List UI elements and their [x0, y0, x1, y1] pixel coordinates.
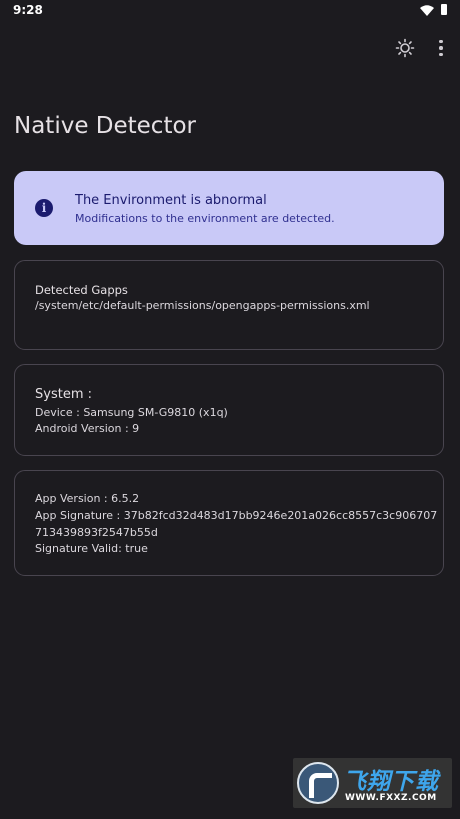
- watermark-url: WWW.FXXZ.COM: [345, 793, 437, 803]
- info-icon: i: [35, 199, 53, 217]
- battery-icon: [441, 4, 447, 15]
- status-bar: 9:28: [0, 0, 460, 24]
- page-title: Native Detector: [14, 113, 197, 139]
- watermark: 飞翔下载 WWW.FXXZ.COM: [293, 758, 452, 808]
- signature-valid: Signature Valid: true: [35, 542, 148, 555]
- app-signature: App Signature : 37b82fcd32d483d17bb9246e…: [35, 509, 438, 522]
- system-card: System : Device : Samsung SM-G9810 (x1q)…: [14, 364, 444, 456]
- system-title: System :: [35, 387, 92, 402]
- status-time: 9:28: [13, 3, 43, 17]
- watermark-logo-mark: [309, 773, 332, 798]
- alert-description: Modifications to the environment are det…: [75, 212, 335, 225]
- alert-title: The Environment is abnormal: [75, 193, 267, 208]
- app-info-card: App Version : 6.5.2 App Signature : 37b8…: [14, 470, 444, 576]
- wifi-icon: [420, 5, 434, 16]
- android-version: Android Version : 9: [35, 422, 140, 435]
- watermark-logo-icon: [297, 762, 339, 804]
- more-options-dot: [439, 46, 443, 50]
- more-options-dot: [439, 52, 443, 57]
- detected-gapps-card: Detected Gapps /system/etc/default-permi…: [14, 260, 444, 350]
- gapps-title: Detected Gapps: [35, 283, 128, 297]
- more-options-icon: [439, 39, 443, 44]
- app-version: App Version : 6.5.2: [35, 492, 140, 505]
- more-options-button[interactable]: [425, 32, 457, 64]
- device-info: Device : Samsung SM-G9810 (x1q): [35, 406, 228, 419]
- watermark-text: 飞翔下载: [343, 769, 439, 795]
- environment-alert-card: i The Environment is abnormal Modificati…: [14, 171, 444, 245]
- brightness-button[interactable]: [389, 32, 421, 64]
- gapps-path: /system/etc/default-permissions/opengapp…: [35, 299, 370, 312]
- app-signature-cont: 713439893f2547b55d: [35, 526, 158, 539]
- brightness-icon: [395, 38, 415, 58]
